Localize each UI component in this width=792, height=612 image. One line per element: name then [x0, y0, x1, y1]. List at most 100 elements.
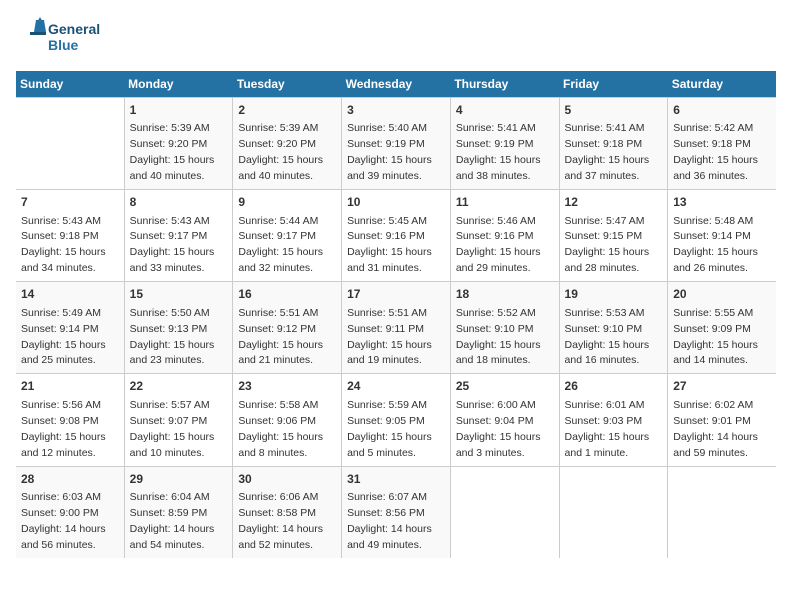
- day-number: 17: [347, 286, 445, 303]
- header-cell-monday: Monday: [124, 71, 233, 98]
- day-info: Sunrise: 5:43 AM Sunset: 9:18 PM Dayligh…: [21, 215, 106, 275]
- day-cell: 13 Sunrise: 5:48 AM Sunset: 9:14 PM Dayli…: [668, 190, 776, 282]
- day-info: Sunrise: 5:49 AM Sunset: 9:14 PM Dayligh…: [21, 307, 106, 367]
- day-number: 2: [238, 102, 336, 119]
- day-cell: 20 Sunrise: 5:55 AM Sunset: 9:09 PM Dayli…: [668, 282, 776, 374]
- day-cell: 18 Sunrise: 5:52 AM Sunset: 9:10 PM Dayli…: [450, 282, 559, 374]
- day-number: 16: [238, 286, 336, 303]
- day-cell: 27 Sunrise: 6:02 AM Sunset: 9:01 PM Dayli…: [668, 374, 776, 466]
- week-row-3: 14 Sunrise: 5:49 AM Sunset: 9:14 PM Dayli…: [16, 282, 776, 374]
- day-number: 11: [456, 194, 554, 211]
- day-info: Sunrise: 5:41 AM Sunset: 9:18 PM Dayligh…: [565, 122, 650, 182]
- day-cell: 25Sunrise: 6:00 AM Sunset: 9:04 PM Dayli…: [450, 374, 559, 466]
- day-info: Sunrise: 5:56 AM Sunset: 9:08 PM Dayligh…: [21, 399, 106, 459]
- day-info: Sunrise: 6:06 AM Sunset: 8:58 PM Dayligh…: [238, 491, 323, 551]
- day-cell: 15Sunrise: 5:50 AM Sunset: 9:13 PM Dayli…: [124, 282, 233, 374]
- day-number: 24: [347, 378, 445, 395]
- logo-svg: General Blue: [16, 16, 106, 61]
- day-info: Sunrise: 5:44 AM Sunset: 9:17 PM Dayligh…: [238, 215, 323, 275]
- day-info: Sunrise: 5:55 AM Sunset: 9:09 PM Dayligh…: [673, 307, 758, 367]
- day-cell: 2 Sunrise: 5:39 AM Sunset: 9:20 PM Daylig…: [233, 98, 342, 190]
- day-cell: 31Sunrise: 6:07 AM Sunset: 8:56 PM Dayli…: [342, 466, 451, 558]
- day-cell: 21 Sunrise: 5:56 AM Sunset: 9:08 PM Dayli…: [16, 374, 124, 466]
- day-cell: [559, 466, 668, 558]
- header-cell-thursday: Thursday: [450, 71, 559, 98]
- day-number: 5: [565, 102, 663, 119]
- day-info: Sunrise: 5:41 AM Sunset: 9:19 PM Dayligh…: [456, 122, 541, 182]
- day-number: 7: [21, 194, 119, 211]
- day-info: Sunrise: 6:03 AM Sunset: 9:00 PM Dayligh…: [21, 491, 106, 551]
- day-number: 8: [130, 194, 228, 211]
- day-number: 18: [456, 286, 554, 303]
- day-cell: 28 Sunrise: 6:03 AM Sunset: 9:00 PM Dayli…: [16, 466, 124, 558]
- day-number: 23: [238, 378, 336, 395]
- header-cell-saturday: Saturday: [668, 71, 776, 98]
- day-cell: 3 Sunrise: 5:40 AM Sunset: 9:19 PM Daylig…: [342, 98, 451, 190]
- day-info: Sunrise: 5:58 AM Sunset: 9:06 PM Dayligh…: [238, 399, 323, 459]
- day-info: Sunrise: 5:51 AM Sunset: 9:12 PM Dayligh…: [238, 307, 323, 367]
- day-cell: 10 Sunrise: 5:45 AM Sunset: 9:16 PM Dayli…: [342, 190, 451, 282]
- week-row-2: 7 Sunrise: 5:43 AM Sunset: 9:18 PM Daylig…: [16, 190, 776, 282]
- day-number: 27: [673, 378, 771, 395]
- day-number: 22: [130, 378, 228, 395]
- header-cell-sunday: Sunday: [16, 71, 124, 98]
- day-info: Sunrise: 5:43 AM Sunset: 9:17 PM Dayligh…: [130, 215, 215, 275]
- day-info: Sunrise: 6:04 AM Sunset: 8:59 PM Dayligh…: [130, 491, 215, 551]
- header-cell-tuesday: Tuesday: [233, 71, 342, 98]
- day-number: 6: [673, 102, 771, 119]
- day-cell: 1 Sunrise: 5:39 AM Sunset: 9:20 PM Daylig…: [124, 98, 233, 190]
- day-cell: 16 Sunrise: 5:51 AM Sunset: 9:12 PM Dayli…: [233, 282, 342, 374]
- day-number: 13: [673, 194, 771, 211]
- day-number: 29: [130, 471, 228, 488]
- day-cell: 29 Sunrise: 6:04 AM Sunset: 8:59 PM Dayli…: [124, 466, 233, 558]
- day-cell: 22 Sunrise: 5:57 AM Sunset: 9:07 PM Dayli…: [124, 374, 233, 466]
- day-cell: 5 Sunrise: 5:41 AM Sunset: 9:18 PM Daylig…: [559, 98, 668, 190]
- day-cell: 14 Sunrise: 5:49 AM Sunset: 9:14 PM Dayli…: [16, 282, 124, 374]
- day-number: 21: [21, 378, 119, 395]
- day-cell: [450, 466, 559, 558]
- day-number: 1: [130, 102, 228, 119]
- day-number: 9: [238, 194, 336, 211]
- day-number: 14: [21, 286, 119, 303]
- week-row-5: 28 Sunrise: 6:03 AM Sunset: 9:00 PM Dayli…: [16, 466, 776, 558]
- day-info: Sunrise: 5:40 AM Sunset: 9:19 PM Dayligh…: [347, 122, 432, 182]
- day-info: Sunrise: 5:39 AM Sunset: 9:20 PM Dayligh…: [238, 122, 323, 182]
- day-info: Sunrise: 5:52 AM Sunset: 9:10 PM Dayligh…: [456, 307, 541, 367]
- svg-text:General: General: [48, 21, 100, 37]
- day-number: 4: [456, 102, 554, 119]
- week-row-1: 1 Sunrise: 5:39 AM Sunset: 9:20 PM Daylig…: [16, 98, 776, 190]
- day-info: Sunrise: 5:45 AM Sunset: 9:16 PM Dayligh…: [347, 215, 432, 275]
- day-cell: 4 Sunrise: 5:41 AM Sunset: 9:19 PM Daylig…: [450, 98, 559, 190]
- day-cell: 17Sunrise: 5:51 AM Sunset: 9:11 PM Dayli…: [342, 282, 451, 374]
- day-cell: 9 Sunrise: 5:44 AM Sunset: 9:17 PM Daylig…: [233, 190, 342, 282]
- day-info: Sunrise: 5:48 AM Sunset: 9:14 PM Dayligh…: [673, 215, 758, 275]
- day-cell: 7 Sunrise: 5:43 AM Sunset: 9:18 PM Daylig…: [16, 190, 124, 282]
- day-cell: 30 Sunrise: 6:06 AM Sunset: 8:58 PM Dayli…: [233, 466, 342, 558]
- day-number: 20: [673, 286, 771, 303]
- day-cell: 12 Sunrise: 5:47 AM Sunset: 9:15 PM Dayli…: [559, 190, 668, 282]
- header-cell-wednesday: Wednesday: [342, 71, 451, 98]
- day-info: Sunrise: 6:02 AM Sunset: 9:01 PM Dayligh…: [673, 399, 758, 459]
- day-info: Sunrise: 5:53 AM Sunset: 9:10 PM Dayligh…: [565, 307, 650, 367]
- svg-text:Blue: Blue: [48, 37, 79, 53]
- day-info: Sunrise: 5:59 AM Sunset: 9:05 PM Dayligh…: [347, 399, 432, 459]
- day-cell: [668, 466, 776, 558]
- day-cell: 19 Sunrise: 5:53 AM Sunset: 9:10 PM Dayli…: [559, 282, 668, 374]
- day-number: 28: [21, 471, 119, 488]
- day-info: Sunrise: 5:47 AM Sunset: 9:15 PM Dayligh…: [565, 215, 650, 275]
- header-row: SundayMondayTuesdayWednesdayThursdayFrid…: [16, 71, 776, 98]
- day-info: Sunrise: 5:57 AM Sunset: 9:07 PM Dayligh…: [130, 399, 215, 459]
- day-cell: 11Sunrise: 5:46 AM Sunset: 9:16 PM Dayli…: [450, 190, 559, 282]
- day-cell: 23 Sunrise: 5:58 AM Sunset: 9:06 PM Dayli…: [233, 374, 342, 466]
- day-cell: 24 Sunrise: 5:59 AM Sunset: 9:05 PM Dayli…: [342, 374, 451, 466]
- header: General Blue: [16, 16, 776, 61]
- day-info: Sunrise: 5:39 AM Sunset: 9:20 PM Dayligh…: [130, 122, 215, 182]
- day-number: 10: [347, 194, 445, 211]
- day-number: 12: [565, 194, 663, 211]
- day-number: 30: [238, 471, 336, 488]
- day-number: 19: [565, 286, 663, 303]
- day-number: 25: [456, 378, 554, 395]
- day-number: 3: [347, 102, 445, 119]
- header-cell-friday: Friday: [559, 71, 668, 98]
- calendar-table: SundayMondayTuesdayWednesdayThursdayFrid…: [16, 71, 776, 558]
